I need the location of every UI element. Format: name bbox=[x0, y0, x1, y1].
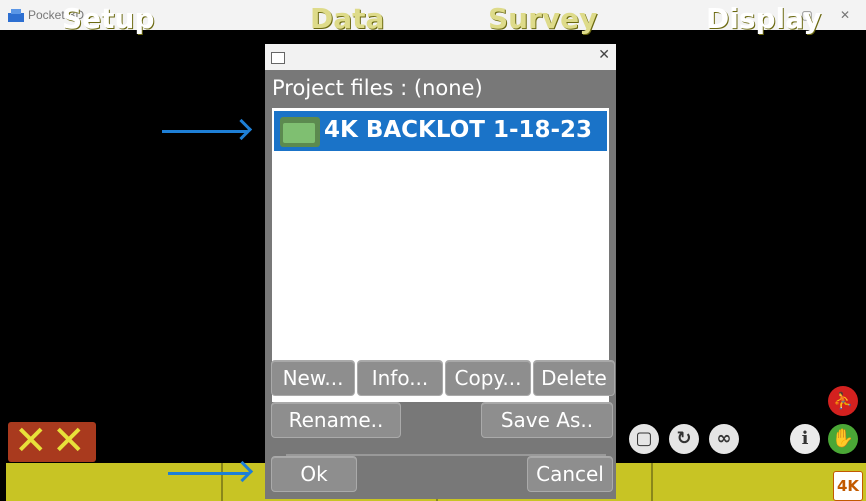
dialog-header: Project files : (none) bbox=[272, 76, 483, 100]
dialog-icon bbox=[271, 52, 285, 64]
cancel-button[interactable]: Cancel bbox=[527, 456, 613, 492]
loop-icon[interactable]: ∞ bbox=[709, 424, 739, 454]
list-item[interactable]: 4K BACKLOT 1-18-23 bbox=[274, 111, 607, 151]
tab-setup[interactable]: Setup bbox=[62, 2, 155, 35]
app-icon bbox=[8, 9, 24, 22]
copy-button[interactable]: Copy... bbox=[445, 360, 531, 396]
dialog-close-button[interactable]: ✕ bbox=[598, 47, 610, 63]
dialog-titlebar: ✕ bbox=[265, 44, 616, 70]
close-button[interactable]: ✕ bbox=[830, 6, 860, 24]
annotation-arrow bbox=[162, 130, 247, 133]
person-icon[interactable]: ⛹ bbox=[828, 386, 858, 416]
delete-button[interactable]: Delete bbox=[533, 360, 615, 396]
ok-button[interactable]: Ok bbox=[271, 456, 357, 492]
square-icon[interactable]: ▢ bbox=[629, 424, 659, 454]
4k-logo: 4K bbox=[833, 471, 863, 501]
tab-survey[interactable]: Survey bbox=[488, 2, 597, 35]
rotate-icon[interactable]: ↻ bbox=[669, 424, 699, 454]
hand-icon[interactable]: ✋ bbox=[828, 424, 858, 454]
annotation-arrow bbox=[168, 472, 248, 475]
file-name: 4K BACKLOT 1-18-23 bbox=[324, 117, 593, 143]
tab-data[interactable]: Data bbox=[310, 2, 384, 35]
info-button[interactable]: Info... bbox=[357, 360, 443, 396]
file-list[interactable]: 4K BACKLOT 1-18-23 bbox=[272, 108, 609, 456]
tab-display[interactable]: Display bbox=[706, 2, 821, 35]
info-icon[interactable]: i bbox=[790, 424, 820, 454]
new-button[interactable]: New... bbox=[271, 360, 355, 396]
rename-button[interactable]: Rename.. bbox=[271, 402, 401, 438]
save-as-button[interactable]: Save As.. bbox=[481, 402, 613, 438]
folder-icon bbox=[280, 117, 320, 147]
cross-tool-icon[interactable]: ✕ ✕ bbox=[8, 418, 96, 464]
